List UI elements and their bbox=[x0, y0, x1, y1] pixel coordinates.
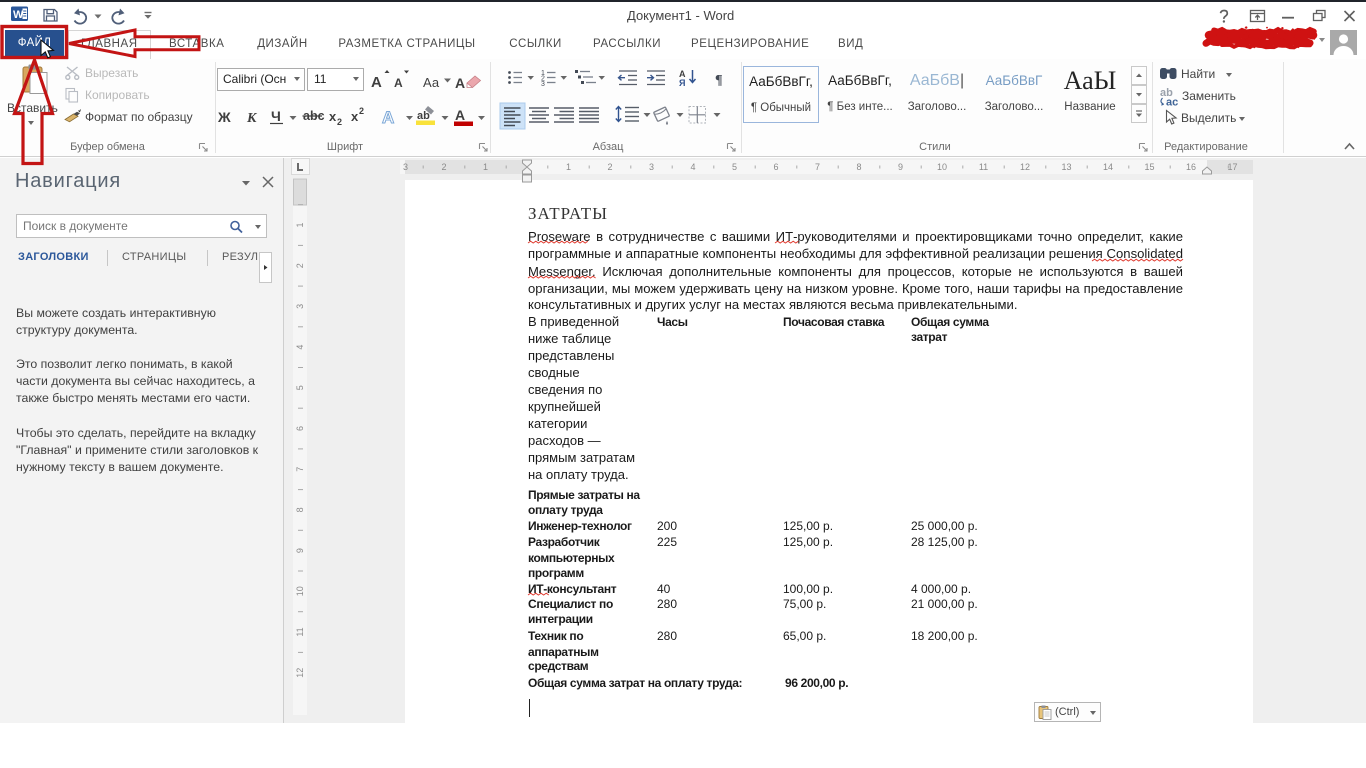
svg-text:W: W bbox=[13, 9, 24, 21]
svg-text:А: А bbox=[455, 75, 465, 91]
svg-text:К: К bbox=[246, 111, 258, 126]
svg-text:А: А bbox=[394, 76, 403, 90]
svg-text:x: x bbox=[351, 109, 359, 124]
svg-text:ac: ac bbox=[1166, 97, 1178, 109]
svg-text:2: 2 bbox=[359, 106, 364, 116]
svg-text:А: А bbox=[455, 107, 465, 123]
svg-text:x: x bbox=[329, 109, 337, 124]
svg-text:А: А bbox=[382, 108, 394, 127]
svg-text:Ч: Ч bbox=[271, 108, 281, 124]
svg-text:2: 2 bbox=[337, 117, 342, 127]
svg-text:Аа: Аа bbox=[423, 75, 440, 90]
svg-text:3: 3 bbox=[541, 81, 545, 88]
svg-text:Ж: Ж bbox=[217, 109, 231, 125]
svg-text:¶: ¶ bbox=[715, 73, 723, 88]
svg-text:Я: Я bbox=[679, 78, 685, 88]
svg-text:А: А bbox=[371, 74, 382, 91]
